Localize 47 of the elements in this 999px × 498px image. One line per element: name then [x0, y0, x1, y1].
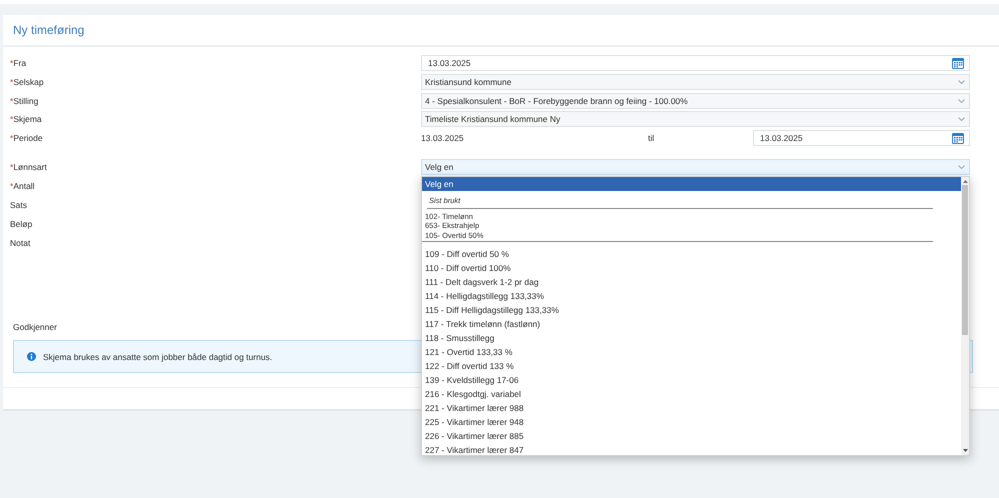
- field-label: Beløp: [9, 218, 34, 229]
- dropdown-option[interactable]: 117 - Trekk timelønn (fastlønn): [422, 316, 961, 331]
- field-label: Notat: [9, 238, 32, 248]
- info-text: Skjema brukes av ansatte som jobber både dagtid og turnus.: [43, 352, 272, 362]
- dropdown-option[interactable]: 110 - Diff overtid 100%: [422, 260, 961, 275]
- select-field[interactable]: Timeliste Kristiansund kommune Ny: [421, 111, 970, 128]
- dropdown-option[interactable]: 114 - Helligdagstillegg 133,33%: [422, 288, 961, 303]
- field-label: *Antall: [9, 180, 36, 191]
- info-icon: [27, 352, 36, 362]
- field-label: *Fra: [9, 58, 28, 68]
- chevron-down-icon: [958, 117, 965, 122]
- dropdown-option[interactable]: 226 - Vikartimer lærer 885: [422, 428, 961, 443]
- scroll-up-icon[interactable]: [962, 180, 968, 183]
- separator-text: til: [648, 133, 656, 144]
- dropdown-option[interactable]: 115 - Diff Helligdagstillegg 133,33%: [422, 302, 961, 317]
- scrollbar[interactable]: [961, 177, 969, 455]
- select-field[interactable]: Velg en: [421, 158, 970, 175]
- field-label: Godkjenner: [12, 322, 57, 332]
- dropdown-option[interactable]: 109 - Diff overtid 50 %: [422, 246, 961, 261]
- date-field[interactable]: 13.03.2025: [753, 130, 970, 146]
- field-label: *Skjema: [9, 114, 43, 124]
- dropdown-option[interactable]: 111 - Delt dagsverk 1-2 pr dag: [422, 274, 961, 289]
- dropdown-option[interactable]: 121 - Overtid 133,33 %: [422, 344, 961, 359]
- field-label: *Selskap: [9, 77, 45, 88]
- chevron-down-icon: [958, 164, 965, 169]
- field-label: *Stilling: [9, 96, 40, 106]
- scroll-down-icon[interactable]: [962, 449, 968, 452]
- chevron-down-icon: [958, 80, 965, 84]
- calendar-icon[interactable]: [952, 57, 964, 70]
- chevron-down-icon: [958, 98, 965, 103]
- date-text: 13.03.2025: [421, 133, 465, 144]
- select-field[interactable]: 4 - Spesialkonsulent - BoR - Forebyggende brann og feiing - 100.00%: [421, 92, 970, 109]
- dropdown-option[interactable]: 216 - Klesgodtgj. variabel: [422, 386, 961, 401]
- field-label: *Periode: [9, 133, 44, 144]
- dropdown-option[interactable]: 139 - Kveldstillegg 17-06: [422, 372, 961, 387]
- dropdown-option[interactable]: 122 - Diff overtid 133 %: [422, 358, 961, 373]
- dropdown-option[interactable]: 221 - Vikartimer lærer 988: [422, 400, 961, 415]
- panel-title: Ny timeføring: [13, 23, 84, 37]
- date-field[interactable]: 13.03.2025: [421, 55, 970, 72]
- field-label: Sats: [9, 200, 28, 210]
- select-field[interactable]: Kristiansund kommune: [421, 74, 970, 90]
- dropdown-option[interactable]: 118 - Smusstillegg: [422, 330, 961, 345]
- field-label: *Lønnsart: [9, 162, 48, 172]
- calendar-icon[interactable]: [952, 132, 964, 144]
- dropdown-option[interactable]: Velg en: [422, 177, 961, 191]
- dropdown-option[interactable]: 225 - Vikartimer lærer 948: [422, 414, 961, 429]
- dropdown-option[interactable]: 227 - Vikartimer lærer 847: [422, 442, 961, 455]
